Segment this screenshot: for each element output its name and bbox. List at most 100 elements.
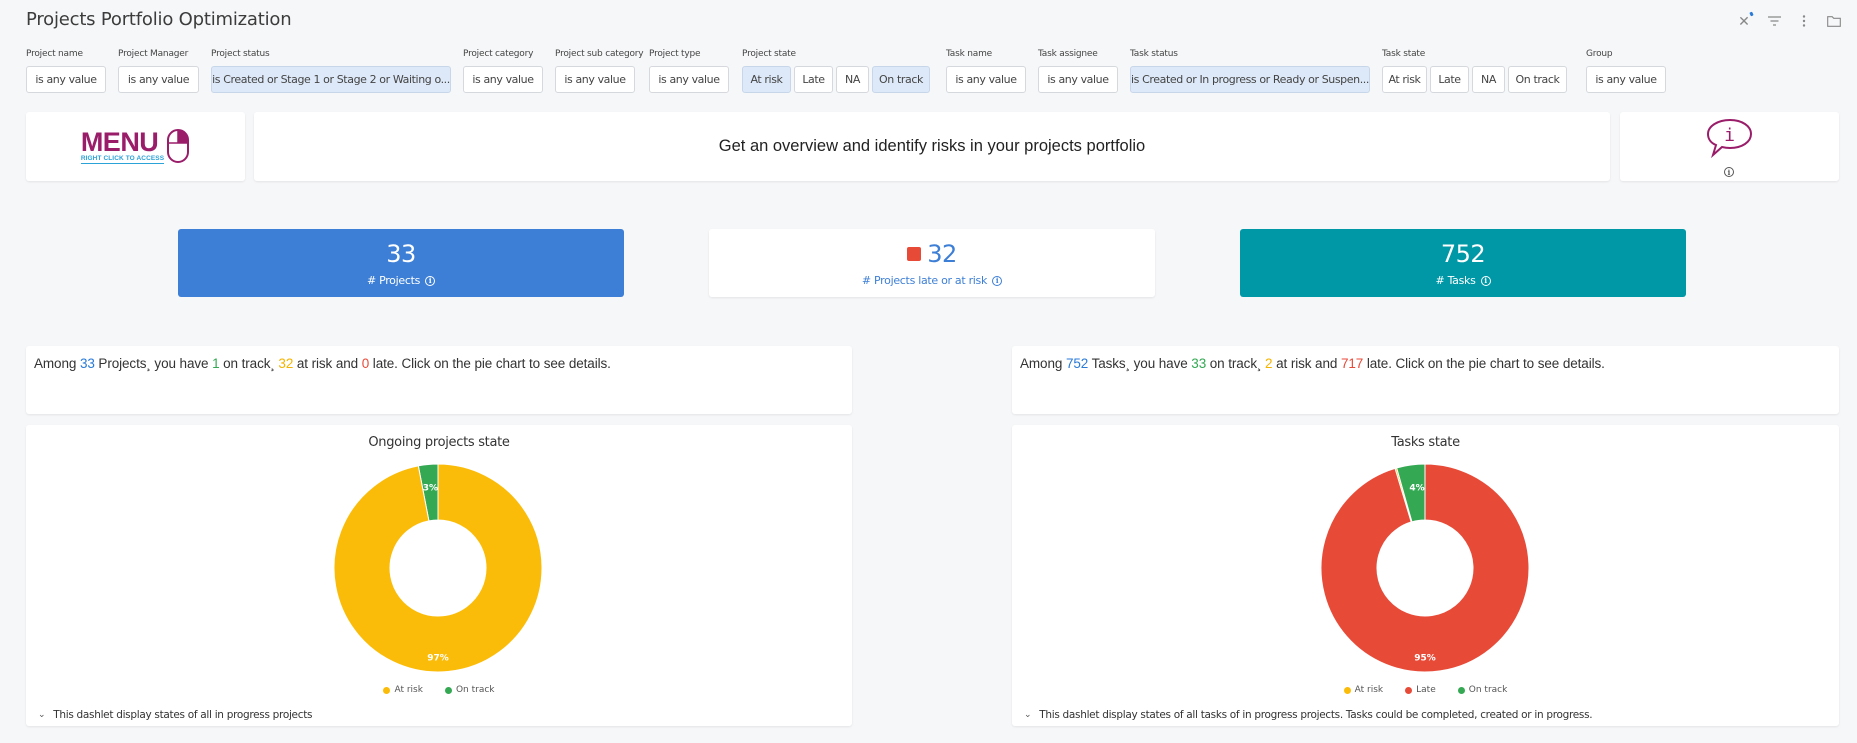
tasks-state-donut-chart[interactable]: 0%4%95%	[1012, 425, 1839, 726]
summary-on-track: 33	[1191, 356, 1207, 371]
chart-footnote: ⌄ This dashlet display states of all tas…	[1024, 709, 1593, 721]
summary-text: late. Click on the pie chart to see deta…	[369, 356, 611, 371]
filter-value-button[interactable]: is any value	[118, 66, 199, 93]
info-icon[interactable]: i	[1480, 275, 1491, 286]
filter-label: Group	[1586, 49, 1613, 59]
legend-dot-icon	[1405, 686, 1413, 694]
legend-item-late[interactable]: Late	[1405, 685, 1436, 695]
filter-value-button[interactable]: is any value	[1586, 66, 1666, 93]
project-state-late-button[interactable]: Late	[794, 66, 833, 93]
kpi-late-at-risk-value-row: 32	[907, 240, 957, 268]
filter-label: Project type	[649, 49, 701, 59]
summary-text: at risk and	[293, 356, 362, 371]
legend-item-on-track[interactable]: On track	[444, 685, 495, 695]
kpi-projects-card[interactable]: 33 # Projects i	[178, 229, 624, 297]
footnote-text: This dashlet display states of all in pr…	[53, 709, 313, 721]
donut-slice-label: 97%	[427, 654, 449, 664]
active-indicator	[1749, 11, 1754, 17]
summary-total-tasks: 752	[1065, 356, 1089, 371]
summary-text: late. Click on the pie chart to see deta…	[1363, 356, 1605, 371]
legend-item-on-track[interactable]: On track	[1457, 685, 1508, 695]
folder-icon[interactable]	[1819, 10, 1849, 32]
task-state-at-risk-button[interactable]: At risk	[1382, 66, 1427, 93]
summary-at-risk: 32	[278, 356, 294, 371]
chart-legend: At risk Late On track	[1012, 685, 1839, 695]
summary-text: Among	[1020, 356, 1066, 371]
info-speech-bubble-icon: i	[1706, 118, 1753, 159]
filter-value-button[interactable]: is any value	[649, 66, 729, 93]
donut-slice-label: 95%	[1414, 654, 1436, 664]
task-state-late-button[interactable]: Late	[1430, 66, 1469, 93]
kpi-late-at-risk-label: # Projects late or at risk	[861, 274, 988, 287]
legend-label: On track	[1468, 685, 1508, 695]
kpi-late-at-risk-value: 32	[927, 240, 957, 268]
menu-subtitle: RIGHT CLICK TO ACCESS	[80, 155, 165, 164]
legend-label: At risk	[394, 685, 423, 695]
filter-label: Task status	[1130, 49, 1178, 59]
clear-filters-icon[interactable]: ✕	[1729, 10, 1759, 32]
filter-label: Task state	[1382, 49, 1426, 59]
info-icon[interactable]: i	[1724, 167, 1734, 177]
project-state-on-track-button[interactable]: On track	[872, 66, 930, 93]
more-vert-icon[interactable]	[1789, 10, 1819, 32]
projects-summary-text: Among 33 Projects¸ you have 1 on track¸ …	[26, 346, 852, 381]
summary-text: on track¸	[219, 356, 279, 371]
kpi-projects-value: 33	[386, 240, 416, 268]
filter-label: Project sub category	[555, 49, 644, 59]
legend-label: On track	[455, 685, 495, 695]
menu-logo: MENU RIGHT CLICK TO ACCESS	[26, 112, 245, 181]
project-state-na-button[interactable]: NA	[836, 66, 869, 93]
projects-state-chart-card: Ongoing projects state 3% 97% At risk On …	[26, 425, 852, 726]
tasks-summary-card: Among 752 Tasks¸ you have 33 on track¸ 2…	[1012, 346, 1839, 414]
filter-group: Group is any value	[1586, 48, 1666, 93]
projects-summary-card: Among 33 Projects¸ you have 1 on track¸ …	[26, 346, 852, 414]
project-state-at-risk-button[interactable]: At risk	[742, 66, 791, 93]
donut-slice-at-risk[interactable]	[333, 463, 543, 673]
filter-project-category: Project category is any value	[463, 48, 543, 93]
info-card[interactable]: i i	[1620, 112, 1839, 181]
filter-task-assignee: Task assignee is any value	[1038, 48, 1118, 93]
legend-dot-icon	[444, 686, 452, 694]
kpi-tasks-label-row: # Tasks i	[1435, 274, 1491, 287]
footnote-text: This dashlet display states of all tasks…	[1039, 709, 1593, 721]
banner-card: Get an overview and identify risks in yo…	[254, 112, 1610, 181]
filter-value-button[interactable]: is any value	[555, 66, 635, 93]
chevron-down-icon[interactable]: ⌄	[1024, 710, 1032, 720]
filter-value-button[interactable]: is any value	[26, 66, 106, 93]
filter-value-button[interactable]: is any value	[463, 66, 543, 93]
legend-item-at-risk[interactable]: At risk	[383, 685, 423, 695]
filter-label: Project Manager	[118, 49, 189, 59]
filter-icon[interactable]	[1759, 10, 1789, 32]
filter-project-manager: Project Manager is any value	[118, 48, 199, 93]
tasks-summary-text: Among 752 Tasks¸ you have 33 on track¸ 2…	[1012, 346, 1839, 381]
info-icon[interactable]: i	[992, 275, 1003, 286]
filter-value-button[interactable]: is any value	[946, 66, 1026, 93]
summary-text: Tasks¸ you have	[1088, 356, 1192, 371]
chart-footnote: ⌄ This dashlet display states of all in …	[38, 709, 312, 721]
banner-text: Get an overview and identify risks in yo…	[718, 137, 1146, 155]
kpi-late-at-risk-card[interactable]: 32 # Projects late or at risk i	[709, 229, 1155, 297]
filter-label: Project name	[26, 49, 83, 59]
filter-value-button[interactable]: is Created or Stage 1 or Stage 2 or Wait…	[211, 66, 451, 93]
legend-dot-icon	[383, 686, 391, 694]
summary-text: Among	[34, 356, 80, 371]
summary-text: at risk and	[1272, 356, 1341, 371]
task-state-on-track-button[interactable]: On track	[1508, 66, 1567, 93]
filter-value-button[interactable]: is any value	[1038, 66, 1118, 93]
filter-project-type: Project type is any value	[649, 48, 729, 93]
kpi-tasks-card[interactable]: 752 # Tasks i	[1240, 229, 1686, 297]
summary-late: 717	[1340, 356, 1364, 371]
projects-state-donut-chart[interactable]: 3% 97%	[26, 425, 852, 726]
chevron-down-icon[interactable]: ⌄	[38, 710, 46, 720]
filter-value-button[interactable]: is Created or In progress or Ready or Su…	[1130, 66, 1370, 93]
filter-task-name: Task name is any value	[946, 48, 1026, 93]
donut-slice-late[interactable]	[1320, 463, 1530, 673]
info-icon[interactable]: i	[425, 275, 436, 286]
filter-label: Task assignee	[1038, 49, 1098, 59]
menu-card[interactable]: MENU RIGHT CLICK TO ACCESS	[26, 112, 245, 181]
kpi-late-at-risk-label-row: # Projects late or at risk i	[861, 274, 1003, 287]
filter-label: Project status	[211, 49, 270, 59]
task-state-na-button[interactable]: NA	[1472, 66, 1505, 93]
summary-on-track: 1	[212, 356, 220, 371]
legend-item-at-risk[interactable]: At risk	[1343, 685, 1383, 695]
